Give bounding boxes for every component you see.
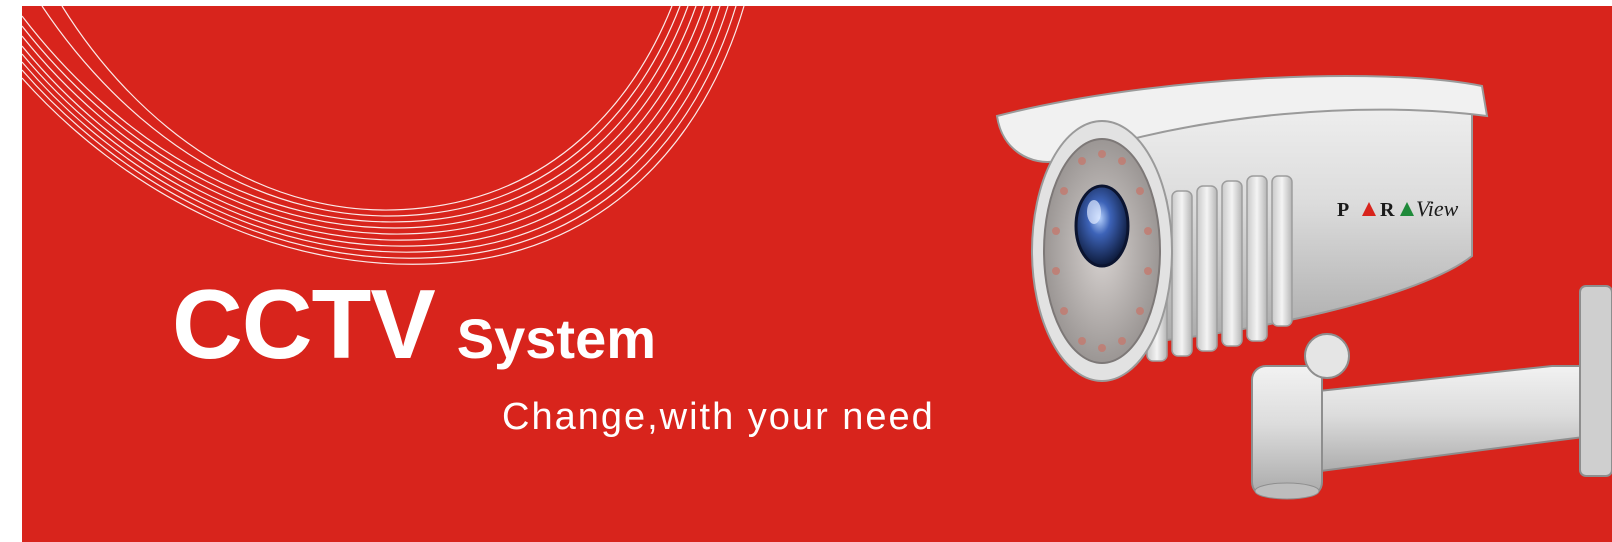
headline-sub: System [456,307,657,370]
brand-letter-p: P [1337,199,1349,221]
security-camera-illustration: P R View [995,75,1612,500]
headline: CCTV System [172,268,656,381]
camera-lens [1074,184,1130,268]
cctv-banner: CCTV System Change,with your need P R Vi… [22,6,1612,542]
brand-letter-r: R [1380,199,1395,221]
headline-main: CCTV [172,269,436,379]
decorative-swirl-lines [22,6,745,265]
brand-script: View [1416,196,1459,221]
tagline: Change,with your need [502,396,935,438]
